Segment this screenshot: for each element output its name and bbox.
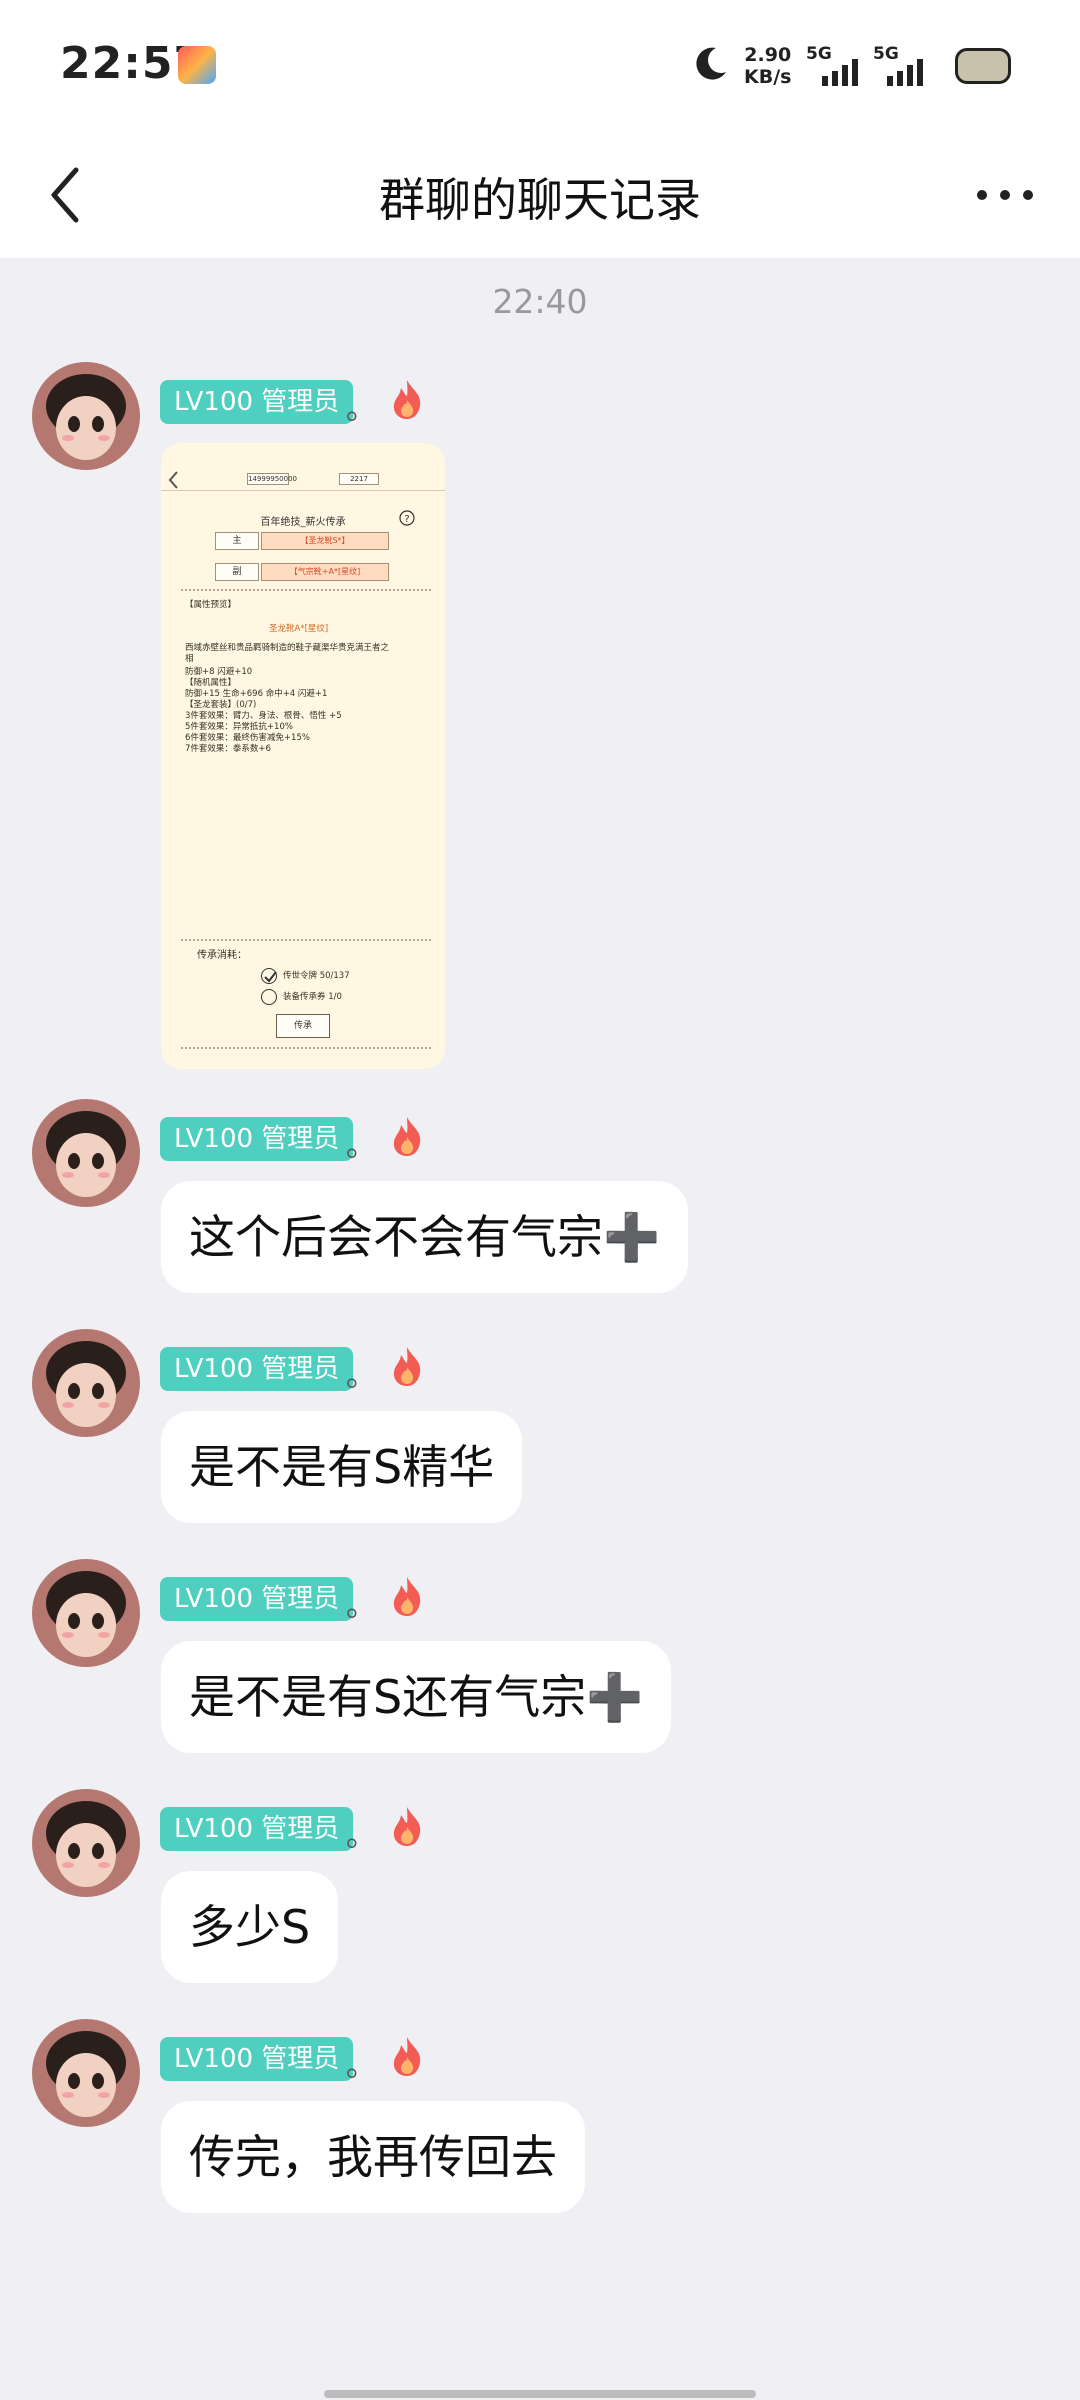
detail-line: 西域赤壁丝和贵品羁骑制造的鞋子藏渠华贵克满王者之	[185, 643, 390, 653]
fire-icon	[393, 380, 421, 419]
signal-icon	[887, 59, 923, 86]
network-speed: 2.90 KB/s	[744, 44, 791, 88]
sender-badge: LV100 管理员	[160, 380, 354, 424]
detail-line: 6件套效果：最终伤害减免+15%	[185, 733, 310, 743]
home-indicator[interactable]	[324, 2390, 756, 2398]
app-notification-icon	[178, 46, 216, 84]
avatar[interactable]	[32, 362, 140, 470]
detail-line: 【圣龙套装】(0/7)	[185, 700, 257, 710]
game-currency-1: 14999950000	[247, 473, 297, 485]
game-sub-label: 副	[215, 563, 259, 581]
cost-item-1: 传世令牌 50/137	[283, 971, 350, 981]
message-bubble[interactable]: 是不是有S还有气宗➕	[161, 1641, 672, 1753]
message-bubble[interactable]: 这个后会不会有气宗➕	[161, 1181, 689, 1293]
sender-name: 。	[346, 2049, 376, 2084]
chat-timestamp: 22:40	[492, 282, 588, 321]
cost-item-2: 装备传承券 1/0	[283, 992, 342, 1002]
fire-icon	[393, 1347, 421, 1386]
sender-name: 。	[346, 1819, 376, 1854]
preview-heading: 【属性预览】	[185, 600, 237, 610]
detail-line: 7件套效果：拳系数+6	[185, 744, 271, 754]
detail-line: 3件套效果：臂力、身法、根骨、悟性 +5	[185, 711, 342, 721]
cost-heading: 传承消耗：	[197, 950, 247, 961]
more-icon[interactable]	[970, 170, 1040, 220]
sender-badge: LV100 管理员	[160, 1577, 354, 1621]
game-currency-2: 2217	[339, 473, 379, 485]
inherit-button: 传承	[276, 1014, 330, 1038]
avatar[interactable]	[32, 1329, 140, 1437]
sender-name: 。	[346, 1129, 376, 1164]
sender-badge: LV100 管理员	[160, 1347, 354, 1391]
page-title: 群聊的聊天记录	[379, 173, 701, 227]
divider	[181, 589, 431, 591]
avatar[interactable]	[32, 2019, 140, 2127]
detail-line: 防御+15 生命+696 命中+4 闪避+1	[185, 689, 328, 699]
detail-line: 5件套效果：异常抵抗+10%	[185, 722, 293, 732]
fire-icon	[393, 1807, 421, 1846]
game-main-label: 主	[215, 532, 259, 550]
sender-badge: LV100 管理员	[160, 2037, 354, 2081]
fire-icon	[393, 1577, 421, 1616]
signal-icon	[822, 59, 858, 86]
sender-badge: LV100 管理员	[160, 1807, 354, 1851]
divider	[181, 1047, 431, 1049]
divider	[181, 939, 431, 941]
detail-line: 【随机属性】	[185, 678, 237, 688]
game-top-bar	[161, 469, 445, 491]
network-speed-unit: KB/s	[744, 66, 792, 88]
avatar[interactable]	[32, 1099, 140, 1207]
moon-icon	[696, 47, 726, 80]
game-main-value: 【圣龙靴S*】	[261, 532, 389, 550]
header: 群聊的聊天记录	[0, 130, 1080, 258]
status-bar: 22:57 2.90 KB/s 5G 5G	[0, 0, 1080, 130]
help-icon: ?	[399, 510, 415, 526]
game-sub-value: 【气宗靴+A*[星纹]	[261, 563, 389, 581]
checkbox-checked	[261, 968, 277, 984]
avatar[interactable]	[32, 1559, 140, 1667]
image-message[interactable]: 14999950000 2217 百年绝技_薪火传承 ? 主 【圣龙靴S*】 副…	[161, 443, 445, 1069]
fire-icon	[393, 2037, 421, 2076]
detail-line: 防御+8 闪避+10	[185, 667, 253, 677]
message-bubble[interactable]: 多少S	[161, 1871, 339, 1983]
sender-badge: LV100 管理员	[160, 1117, 354, 1161]
sender-name: 。	[346, 1359, 376, 1394]
sender-name: 。	[346, 1589, 376, 1624]
message-bubble[interactable]: 是不是有S精华	[161, 1411, 523, 1523]
battery-icon	[955, 48, 1011, 84]
checkbox-unchecked	[261, 989, 277, 1005]
network-speed-value: 2.90	[744, 44, 792, 66]
avatar[interactable]	[32, 1789, 140, 1897]
game-back-icon	[168, 471, 178, 489]
message-bubble[interactable]: 传完，我再传回去	[161, 2101, 585, 2213]
detail-line: 相	[185, 654, 194, 664]
fire-icon	[393, 1117, 421, 1156]
sender-name: 。	[346, 392, 376, 427]
svg-text:?: ?	[404, 514, 409, 525]
item-name: 圣龙靴A*[星纹]	[269, 624, 329, 634]
